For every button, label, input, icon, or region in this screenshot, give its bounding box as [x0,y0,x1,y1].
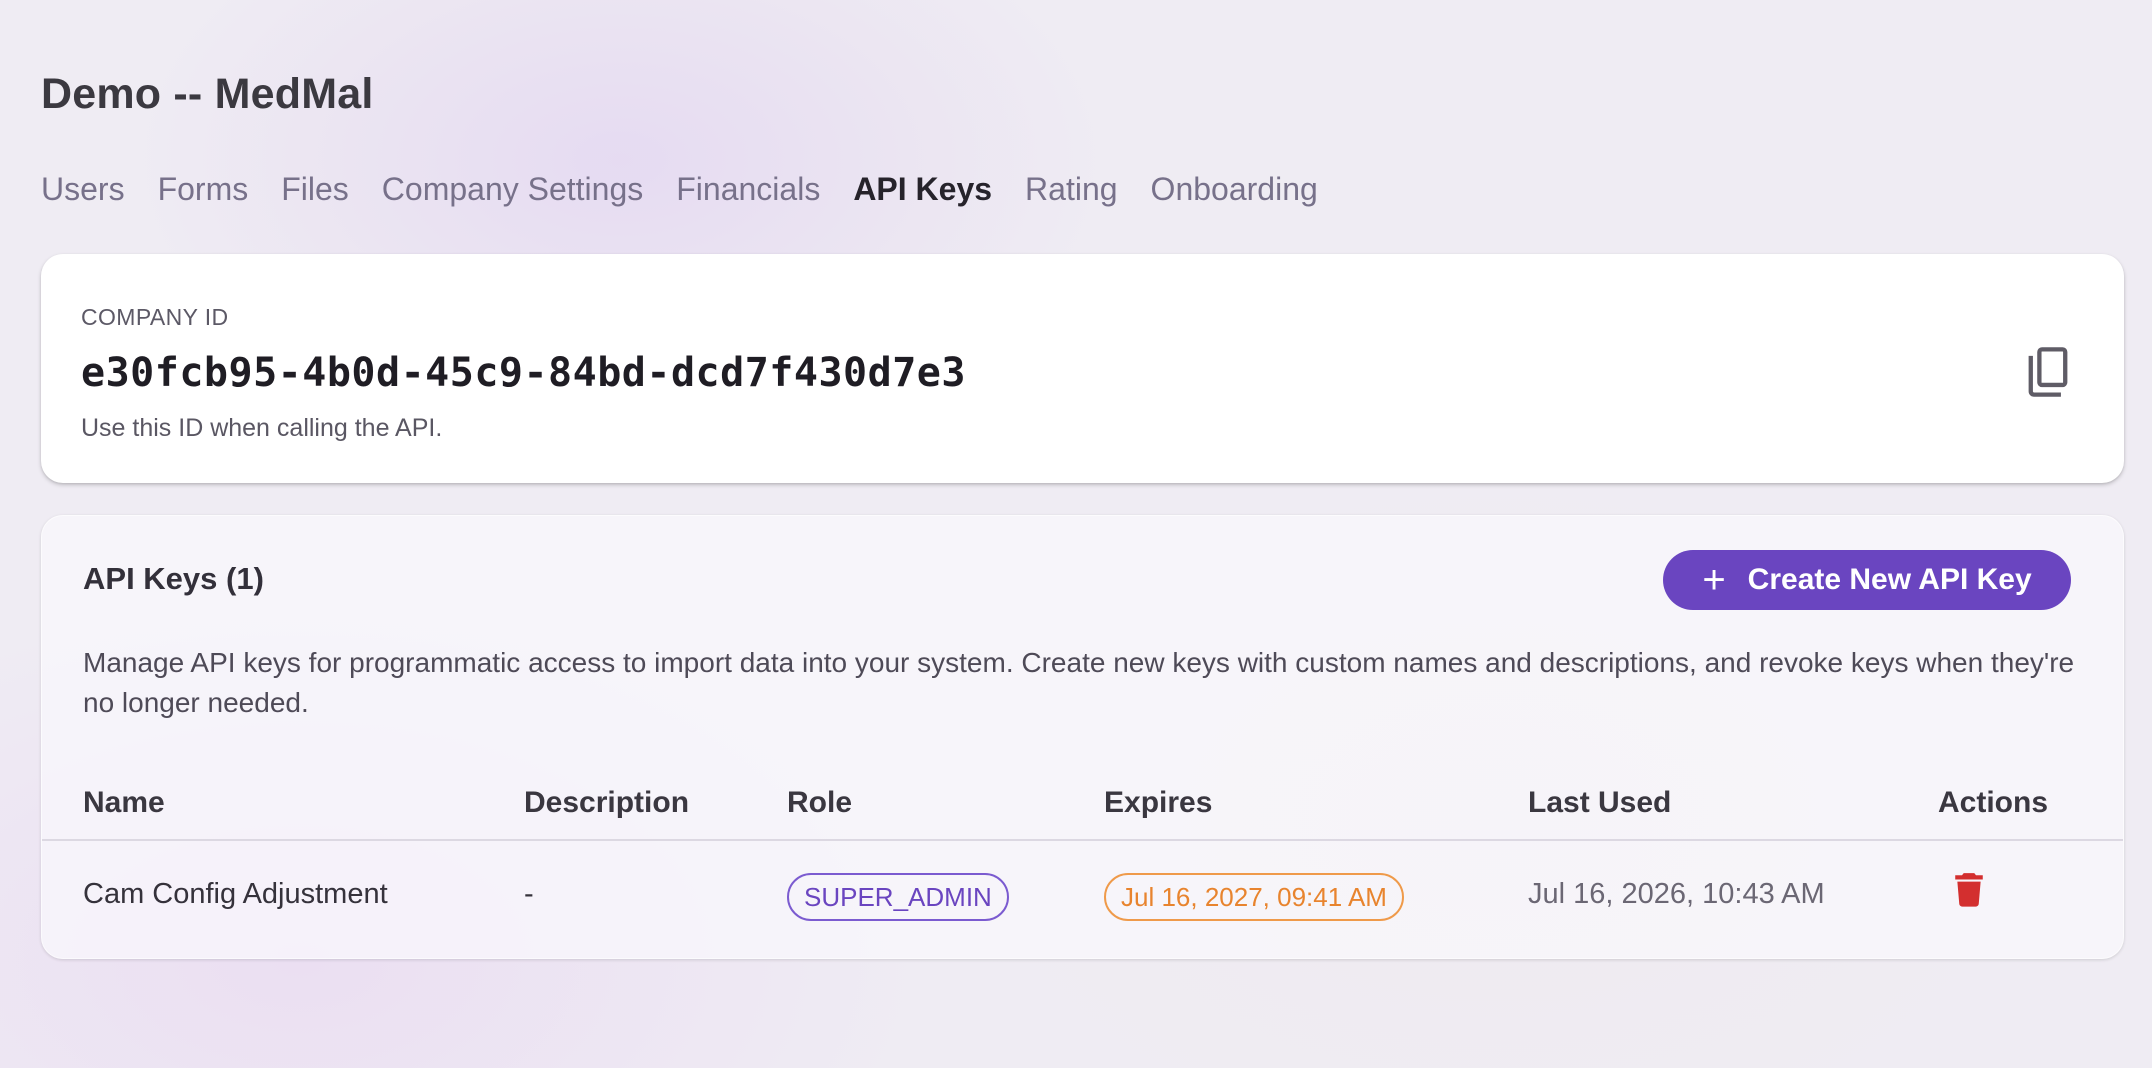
role-badge: SUPER_ADMIN [787,873,1009,921]
table-row: Cam Config Adjustment - SUPER_ADMIN Jul … [42,841,2123,951]
tab-financials[interactable]: Financials [676,171,820,208]
create-api-key-button[interactable]: + Create New API Key [1663,550,2071,610]
company-id-label: COMPANY ID [81,304,229,330]
tab-api-keys[interactable]: API Keys [853,171,992,208]
company-id-help: Use this ID when calling the API. [81,414,443,442]
tab-company-settings[interactable]: Company Settings [382,171,643,208]
tab-users[interactable]: Users [41,171,125,208]
key-name: Cam Config Adjustment [83,878,388,910]
copy-icon [2028,347,2068,397]
column-header-expires[interactable]: Expires [1104,786,1212,820]
column-header-role[interactable]: Role [787,786,852,820]
page-title: Demo -- MedMal [41,70,374,118]
company-id-value: e30fcb95-4b0d-45c9-84bd-dcd7f430d7e3 [81,350,966,396]
delete-key-button[interactable] [1954,871,1984,907]
create-api-key-label: Create New API Key [1747,563,2032,596]
tab-bar: Users Forms Files Company Settings Finan… [41,168,1351,210]
api-keys-description: Manage API keys for programmatic access … [83,647,2075,718]
plus-icon: + [1702,558,1726,602]
api-keys-card: API Keys (1) + Create New API Key Manage… [41,515,2124,959]
api-keys-title: API Keys (1) [83,561,264,596]
table-header: Name Description Role Expires Last Used … [42,766,2123,841]
expires-badge: Jul 16, 2027, 09:41 AM [1104,873,1404,921]
copy-button[interactable] [2022,344,2074,400]
key-description: - [524,878,534,910]
api-keys-table: Name Description Role Expires Last Used … [42,766,2123,951]
tab-onboarding[interactable]: Onboarding [1151,171,1318,208]
company-id-card: COMPANY ID e30fcb95-4b0d-45c9-84bd-dcd7f… [41,254,2124,483]
column-header-actions: Actions [1938,786,2049,819]
tab-files[interactable]: Files [281,171,349,208]
trash-icon [1955,873,1983,907]
column-header-description[interactable]: Description [524,786,689,820]
key-last-used: Jul 16, 2026, 10:43 AM [1528,878,1825,910]
column-header-name[interactable]: Name [83,786,165,820]
tab-rating[interactable]: Rating [1025,171,1118,208]
tab-forms[interactable]: Forms [158,171,249,208]
column-header-last-used[interactable]: Last Used [1528,786,1671,820]
